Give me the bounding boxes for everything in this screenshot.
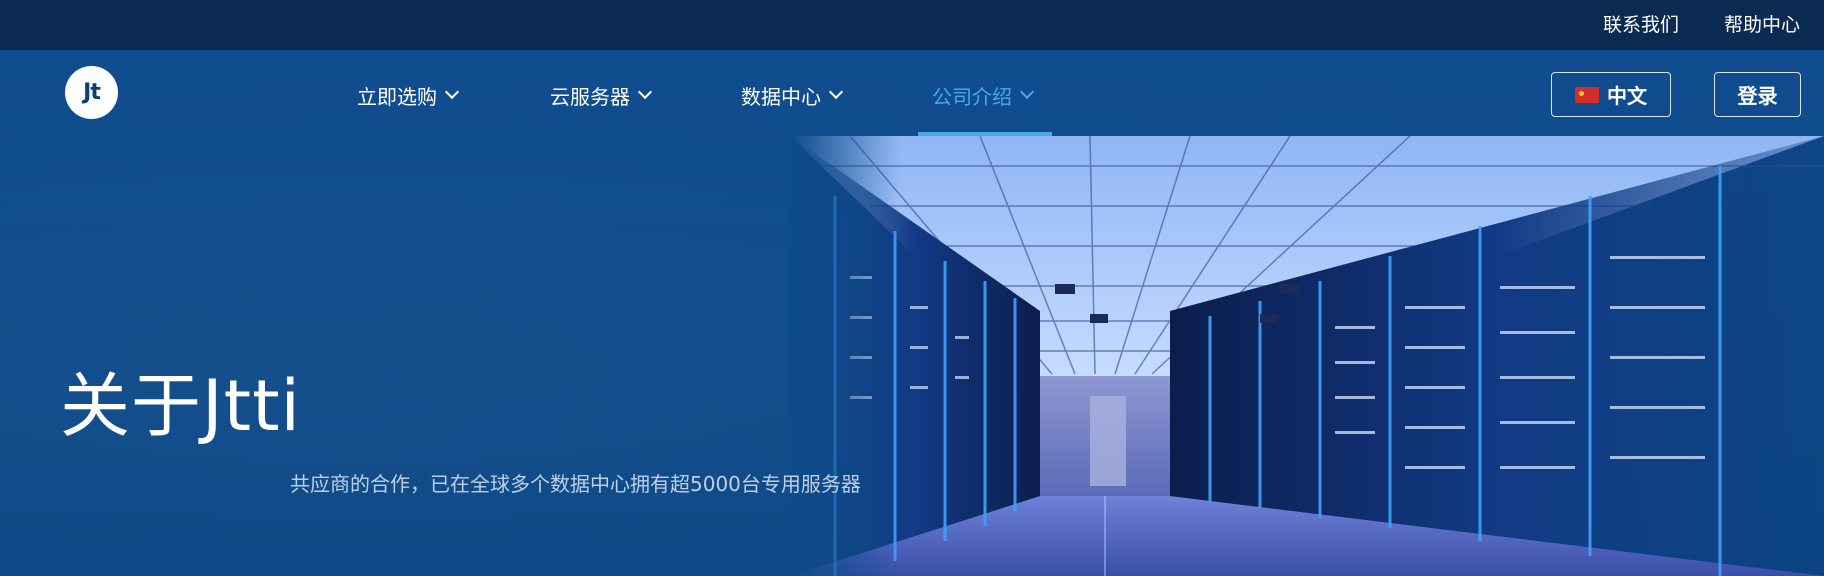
nav-item-label: 立即选购 [357, 84, 437, 109]
chevron-down-icon [444, 84, 460, 100]
main-navbar: Jt 立即选购 云服务器 数据中心 公司介绍 中文 登录 [0, 50, 1824, 138]
contact-us-link[interactable]: 联系我们 [1603, 10, 1679, 37]
jtti-logo[interactable]: Jt [65, 66, 118, 119]
hero-title: 关于Jtti [60, 365, 301, 447]
login-button[interactable]: 登录 [1714, 72, 1801, 117]
chevron-down-icon [828, 84, 844, 100]
language-label: 中文 [1607, 84, 1647, 108]
nav-item-company-intro[interactable]: 公司介绍 [932, 80, 1035, 110]
top-utility-bar: 联系我们 帮助中心 [0, 0, 1824, 50]
language-switch-button[interactable]: 中文 [1551, 72, 1671, 117]
nav-item-label: 云服务器 [550, 84, 630, 109]
nav-item-cloud-server[interactable]: 云服务器 [550, 80, 653, 110]
help-center-link[interactable]: 帮助中心 [1724, 10, 1800, 37]
nav-item-label: 公司介绍 [932, 84, 1012, 109]
hero-subtitle: 共应商的合作，已在全球多个数据中心拥有超5000台专用服务器 [290, 472, 861, 496]
nav-item-label: 数据中心 [741, 84, 821, 109]
chevron-down-icon [1019, 84, 1035, 100]
nav-item-data-center[interactable]: 数据中心 [741, 80, 844, 110]
datacenter-image [790, 136, 1824, 576]
active-nav-indicator [918, 132, 1052, 136]
nav-item-buy-now[interactable]: 立即选购 [357, 80, 460, 110]
logo-text: Jt [83, 80, 101, 105]
chevron-down-icon [637, 84, 653, 100]
china-flag-icon [1575, 86, 1599, 103]
